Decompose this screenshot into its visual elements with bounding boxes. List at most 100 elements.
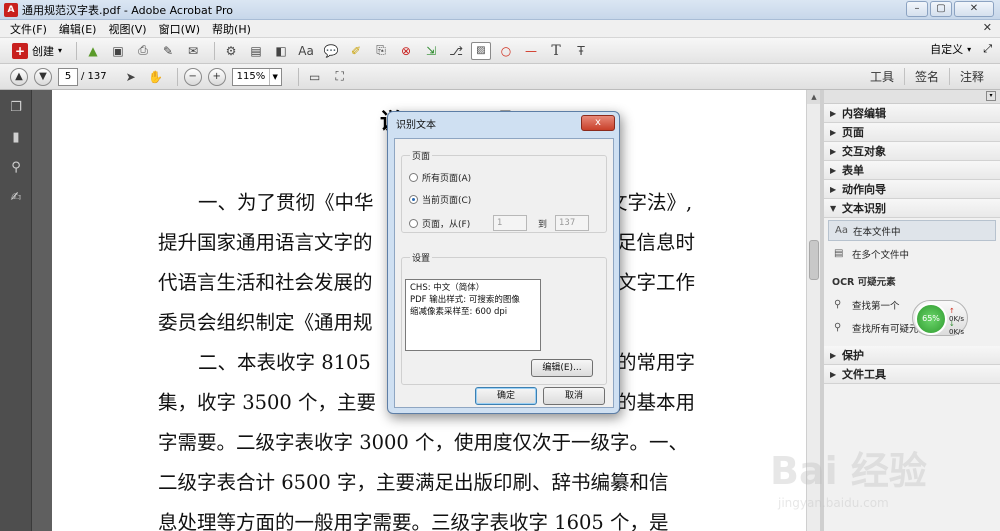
- gear-icon[interactable]: ⚙: [221, 41, 241, 61]
- section-pages[interactable]: ▶ 页面: [824, 123, 1000, 142]
- all-pages-radio[interactable]: 所有页面(A): [409, 171, 471, 184]
- disk-icon[interactable]: ▤: [246, 41, 266, 61]
- section-document-processing[interactable]: ▶ 文件工具: [824, 365, 1000, 384]
- page-range-radio[interactable]: 页面，从(F): [409, 217, 470, 230]
- toolbar-right: 自定义 ▾ ⤢: [930, 41, 992, 57]
- section-protection[interactable]: ▶ 保护: [824, 346, 1000, 365]
- network-speed-widget[interactable]: 65% ↑ 0K/s ↓ 0K/s: [912, 300, 968, 336]
- page-number-input[interactable]: 5: [58, 67, 78, 86]
- ocr-suspects-title: OCR 可疑元素: [832, 277, 896, 288]
- close-document-icon[interactable]: ✕: [983, 21, 992, 34]
- section-interactive-objects[interactable]: ▶ 交互对象: [824, 142, 1000, 161]
- zoom-select[interactable]: 115% ▼: [231, 67, 282, 86]
- chevron-down-icon[interactable]: ▼: [268, 68, 281, 85]
- email-icon[interactable]: ✉: [183, 41, 203, 61]
- bookmarks-icon[interactable]: ▮: [8, 130, 24, 146]
- radio-selected-icon: [409, 195, 418, 204]
- download-speed: ↓ 0K/s: [949, 320, 965, 336]
- tool-icon[interactable]: ⎇: [446, 41, 466, 61]
- scroll-thumb[interactable]: [809, 240, 819, 280]
- tab-comment[interactable]: 注释: [948, 68, 994, 85]
- close-window-button[interactable]: ✕: [954, 1, 994, 17]
- text-size-icon[interactable]: Aa: [296, 41, 316, 61]
- attachments-icon[interactable]: ⚲: [8, 160, 24, 176]
- ok-button[interactable]: 确定: [475, 387, 537, 405]
- in-this-file-item[interactable]: Aa 在本文件中: [828, 220, 996, 241]
- text-line-fragment: 的基本用: [617, 391, 696, 414]
- text-line: 委员会组织制定《通用规: [158, 311, 373, 334]
- panel-options-icon[interactable]: ▾: [986, 91, 996, 101]
- highlight-icon[interactable]: ✐: [346, 41, 366, 61]
- scroll-up-icon[interactable]: ▲: [807, 90, 821, 104]
- text-line: 字需要。二级字表收字 3000 个，使用度仅次于一级字。一、: [158, 431, 689, 454]
- panel-tabs: 工具 签名 注释: [860, 68, 994, 85]
- recognize-text-icon[interactable]: ▨: [471, 41, 492, 60]
- stamp-icon[interactable]: ◧: [271, 41, 291, 61]
- previous-page-icon[interactable]: ▲: [10, 67, 28, 86]
- title-bar: A 通用规范汉字表.pdf - Adobe Acrobat Pro – ▢ ✕: [0, 0, 1000, 20]
- text-line: 一、为了贯彻《中华: [198, 191, 374, 214]
- line-icon[interactable]: —: [521, 41, 541, 61]
- comment-icon[interactable]: 💬: [321, 41, 341, 61]
- full-screen-icon[interactable]: ⛶: [330, 67, 350, 87]
- expand-arrow-icon: ▶: [830, 184, 837, 194]
- minimize-button[interactable]: –: [906, 1, 928, 17]
- tab-sign[interactable]: 签名: [903, 68, 949, 85]
- hand-tool-icon[interactable]: ✋: [146, 67, 166, 87]
- section-action-wizard[interactable]: ▶ 动作向导: [824, 180, 1000, 199]
- edit-settings-button[interactable]: 编辑(E)...: [531, 359, 593, 377]
- menu-file[interactable]: 文件(F): [4, 21, 53, 37]
- zoom-value: 115%: [236, 70, 266, 82]
- print-icon[interactable]: ⎙: [133, 41, 153, 61]
- from-page-input[interactable]: 1: [493, 215, 527, 231]
- text-box-icon[interactable]: Ŧ: [571, 41, 591, 61]
- zoom-in-icon[interactable]: +: [207, 67, 226, 86]
- attach-icon[interactable]: ⎘: [371, 41, 391, 61]
- zoom-out-icon[interactable]: −: [183, 67, 202, 86]
- expand-icon[interactable]: ⤢: [983, 42, 992, 56]
- section-text-recognition[interactable]: ▼ 文本识别: [824, 199, 1000, 218]
- expand-arrow-icon: ▶: [830, 127, 837, 137]
- to-page-input[interactable]: 137: [555, 215, 589, 231]
- edit-icon[interactable]: ✎: [158, 41, 178, 61]
- open-icon[interactable]: ▲: [83, 41, 103, 61]
- dialog-close-button[interactable]: x: [581, 115, 615, 131]
- multi-file-icon: ▤: [834, 248, 844, 259]
- text-line: 代语言生活和社会发展的: [158, 271, 373, 294]
- next-page-icon[interactable]: ▼: [34, 67, 52, 86]
- current-page-radio[interactable]: 当前页面(C): [409, 193, 471, 206]
- settings-downsample: 缩减像素采样至: 600 dpi: [410, 307, 508, 317]
- expand-arrow-icon: ▶: [830, 146, 837, 156]
- section-content-editing[interactable]: ▶ 内容编辑: [824, 104, 1000, 123]
- in-multiple-files-item[interactable]: ▤ 在多个文件中: [828, 243, 996, 264]
- save-icon[interactable]: ▣: [108, 41, 128, 61]
- signatures-icon[interactable]: ✍: [8, 190, 24, 206]
- maximize-button[interactable]: ▢: [930, 1, 952, 17]
- text-tool-icon[interactable]: T: [546, 41, 566, 61]
- menu-edit[interactable]: 编辑(E): [53, 21, 103, 37]
- expand-arrow-icon: ▶: [830, 108, 837, 118]
- section-forms[interactable]: ▶ 表单: [824, 161, 1000, 180]
- toolbar-separator: [297, 67, 299, 86]
- chevron-down-icon: ▾: [58, 46, 63, 55]
- circle-icon[interactable]: ○: [496, 41, 516, 61]
- settings-group-title: 设置: [410, 251, 433, 264]
- menu-help[interactable]: 帮助(H): [206, 21, 257, 37]
- window-title: 通用规范汉字表.pdf - Adobe Acrobat Pro: [22, 3, 233, 17]
- left-navigation-pane: ❐ ▮ ⚲ ✍: [0, 90, 32, 531]
- delete-icon[interactable]: ⊗: [396, 41, 416, 61]
- create-button[interactable]: + 创建 ▾: [12, 42, 63, 59]
- cancel-button[interactable]: 取消: [543, 387, 605, 405]
- expand-arrow-icon: ▶: [830, 165, 837, 175]
- text-recognize-icon: Aa: [835, 225, 848, 236]
- fit-page-icon[interactable]: ▭: [305, 67, 325, 87]
- customize-label[interactable]: 自定义: [930, 41, 963, 57]
- menu-view[interactable]: 视图(V): [102, 21, 152, 37]
- menu-window[interactable]: 窗口(W): [153, 21, 206, 37]
- menu-bar: 文件(F) 编辑(E) 视图(V) 窗口(W) 帮助(H) ✕: [0, 20, 1000, 38]
- export-icon[interactable]: ⇲: [421, 41, 441, 61]
- select-cursor-icon[interactable]: ➤: [121, 67, 141, 87]
- create-label: 创建: [32, 44, 54, 58]
- page-thumbnails-icon[interactable]: ❐: [8, 100, 24, 116]
- tab-tools[interactable]: 工具: [860, 68, 904, 85]
